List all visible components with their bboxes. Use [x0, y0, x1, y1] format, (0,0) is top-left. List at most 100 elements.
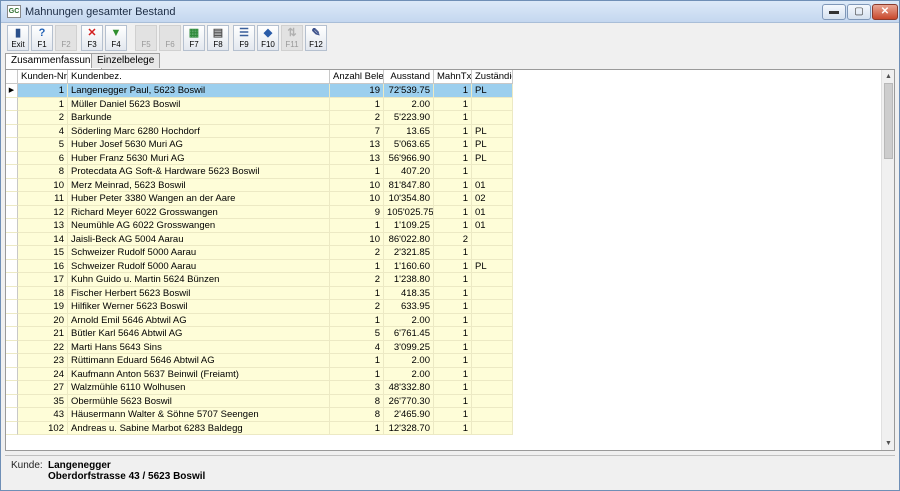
table-row[interactable]: 35 Obermühle 5623 Boswil 8 26'770.30 1 [6, 394, 513, 408]
column-header-customer-number[interactable]: Kunden-Nr. [18, 70, 68, 84]
cell-reminder-text: 1 [434, 340, 472, 354]
table-row[interactable]: 6 Huber Franz 5630 Muri AG 13 56'966.90 1 PL [6, 151, 513, 165]
status-customer-address: Oberdorfstrasse 43 / 5623 Boswil [48, 471, 206, 482]
toolbar-button-f5[interactable]: F5 [135, 25, 157, 51]
cell-customer-number: 11 [18, 192, 68, 206]
current-row-arrow-icon: ▶ [6, 84, 18, 98]
cell-customer-name: Merz Meinrad, 5623 Boswil [68, 178, 330, 192]
edit-pencil-icon: ✎ [311, 27, 321, 39]
table-row[interactable]: 12 Richard Meyer 6022 Grosswangen 9 105'025… [6, 205, 513, 219]
table-row[interactable]: ▶ 1 Langenegger Paul, 5623 Boswil 19 72'539.… [6, 84, 513, 98]
toolbar-button-f3[interactable]: ✕ F3 [81, 25, 103, 51]
table-row[interactable]: 102 Andreas u. Sabine Marbot 6283 Baldegg… [6, 421, 513, 435]
cell-responsible [472, 286, 513, 300]
scrollbar-thumb[interactable] [884, 83, 893, 159]
toolbar-button-f8[interactable]: ▤ F8 [207, 25, 229, 51]
table-row[interactable]: 14 Jaisli-Beck AG 5004 Aarau 10 86'022.80 2 [6, 232, 513, 246]
toolbar-button-exit[interactable]: ▮ Exit [7, 25, 29, 51]
table-row[interactable]: 13 Neumühle AG 6022 Grosswangen 1 1'109.25 1… [6, 219, 513, 233]
cell-reminder-text: 1 [434, 367, 472, 381]
table-row[interactable]: 27 Walzmühle 6110 Wolhusen 3 48'332.80 1 [6, 381, 513, 395]
column-header-outstanding[interactable]: Ausstand [384, 70, 434, 84]
cell-responsible [472, 273, 513, 287]
toolbar-button-f11[interactable]: ⇅ F11 [281, 25, 303, 51]
maximize-button[interactable]: ▢ [847, 4, 871, 20]
cell-customer-name: Hilfiker Werner 5623 Boswil [68, 300, 330, 314]
cell-customer-name: Obermühle 5623 Boswil [68, 394, 330, 408]
table-row[interactable]: 5 Huber Josef 5630 Muri AG 13 5'063.65 1 PL [6, 138, 513, 152]
toolbar-button-f7[interactable]: ▦ F7 [183, 25, 205, 51]
title-bar[interactable]: GC Mahnungen gesamter Bestand ▬ ▢ ✕ [1, 1, 899, 23]
toolbar-button-label: F7 [189, 40, 199, 49]
row-indicator [6, 219, 18, 233]
main-window: GC Mahnungen gesamter Bestand ▬ ▢ ✕ ▮ Exi… [0, 0, 900, 491]
table-row[interactable]: 15 Schweizer Rudolf 5000 Aarau 2 2'321.85 1 [6, 246, 513, 260]
table-row[interactable]: 18 Fischer Herbert 5623 Boswil 1 418.35 1 [6, 286, 513, 300]
cell-responsible: PL [472, 124, 513, 138]
table-row[interactable]: 17 Kuhn Guido u. Martin 5624 Bünzen 2 1'238… [6, 273, 513, 287]
cell-document-count: 8 [330, 394, 384, 408]
column-header-reminder-text[interactable]: MahnTxt [434, 70, 472, 84]
row-indicator [6, 367, 18, 381]
cell-outstanding: 26'770.30 [384, 394, 434, 408]
toolbar-button-f1[interactable]: ? F1 [31, 25, 53, 51]
table-row[interactable]: 43 Häusermann Walter & Söhne 5707 Seengen… [6, 408, 513, 422]
row-indicator [6, 259, 18, 273]
cell-customer-name: Häusermann Walter & Söhne 5707 Seengen [68, 408, 330, 422]
table-row[interactable]: 22 Marti Hans 5643 Sins 4 3'099.25 1 [6, 340, 513, 354]
cell-reminder-text: 1 [434, 192, 472, 206]
cell-document-count: 2 [330, 300, 384, 314]
cell-outstanding: 56'966.90 [384, 151, 434, 165]
minimize-button[interactable]: ▬ [822, 4, 846, 20]
scroll-down-icon[interactable]: ▼ [882, 437, 894, 450]
table-row[interactable]: 20 Arnold Emil 5646 Abtwil AG 1 2.00 1 [6, 313, 513, 327]
cell-reminder-text: 1 [434, 394, 472, 408]
table-row[interactable]: 19 Hilfiker Werner 5623 Boswil 2 633.95 1 [6, 300, 513, 314]
table-row[interactable]: 4 Söderling Marc 6280 Hochdorf 7 13.65 1 PL [6, 124, 513, 138]
table-row[interactable]: 11 Huber Peter 3380 Wangen an der Aare 10 1… [6, 192, 513, 206]
cell-responsible: 01 [472, 205, 513, 219]
cell-customer-name: Walzmühle 6110 Wolhusen [68, 381, 330, 395]
cell-document-count: 13 [330, 151, 384, 165]
row-indicator [6, 124, 18, 138]
row-indicator [6, 394, 18, 408]
toolbar-button-label: F5 [141, 40, 151, 49]
table-row[interactable]: 1 Müller Daniel 5623 Boswil 1 2.00 1 [6, 97, 513, 111]
table-row[interactable]: 16 Schweizer Rudolf 5000 Aarau 1 1'160.60 1 P… [6, 259, 513, 273]
cell-customer-name: Neumühle AG 6022 Grosswangen [68, 219, 330, 233]
cell-outstanding: 1'160.60 [384, 259, 434, 273]
cell-document-count: 13 [330, 138, 384, 152]
table-row[interactable]: 21 Bütler Karl 5646 Abtwil AG 5 6'761.45 1 [6, 327, 513, 341]
cell-customer-name: Langenegger Paul, 5623 Boswil [68, 84, 330, 98]
row-indicator [6, 192, 18, 206]
cell-outstanding: 418.35 [384, 286, 434, 300]
cell-document-count: 5 [330, 327, 384, 341]
cell-outstanding: 6'761.45 [384, 327, 434, 341]
toolbar-button-f2[interactable]: F2 [55, 25, 77, 51]
column-header-customer-name[interactable]: Kundenbez. [68, 70, 330, 84]
cell-customer-name: Kuhn Guido u. Martin 5624 Bünzen [68, 273, 330, 287]
table-row[interactable]: 24 Kaufmann Anton 5637 Beinwil (Freiamt) 1… [6, 367, 513, 381]
tab-einzelbelege[interactable]: Einzelbelege [91, 53, 161, 68]
table-row[interactable]: 10 Merz Meinrad, 5623 Boswil 10 81'847.80 1 0… [6, 178, 513, 192]
vertical-scrollbar[interactable]: ▲ ▼ [881, 70, 894, 450]
toolbar-button-f6[interactable]: F6 [159, 25, 181, 51]
toolbar-button-f10[interactable]: ◆ F10 [257, 25, 279, 51]
close-button[interactable]: ✕ [872, 4, 898, 20]
toolbar-button-f4[interactable]: ▼ F4 [105, 25, 127, 51]
cell-document-count: 10 [330, 192, 384, 206]
row-indicator-header [6, 70, 18, 84]
cell-customer-number: 102 [18, 421, 68, 435]
row-indicator [6, 97, 18, 111]
table-row[interactable]: 8 Protecdata AG Soft-& Hardware 5623 Bosw… [6, 165, 513, 179]
cell-document-count: 2 [330, 273, 384, 287]
tab-zusammenfassung[interactable]: Zusammenfassung [5, 53, 103, 69]
toolbar-button-f12[interactable]: ✎ F12 [305, 25, 327, 51]
row-indicator [6, 313, 18, 327]
column-header-document-count[interactable]: Anzahl Belege [330, 70, 384, 84]
scroll-up-icon[interactable]: ▲ [882, 70, 894, 83]
table-row[interactable]: 23 Rüttimann Eduard 5646 Abtwil AG 1 2.00 1 [6, 354, 513, 368]
table-row[interactable]: 2 Barkunde 2 5'223.90 1 [6, 111, 513, 125]
column-header-responsible[interactable]: Zuständig [472, 70, 513, 84]
toolbar-button-f9[interactable]: ☰ F9 [233, 25, 255, 51]
